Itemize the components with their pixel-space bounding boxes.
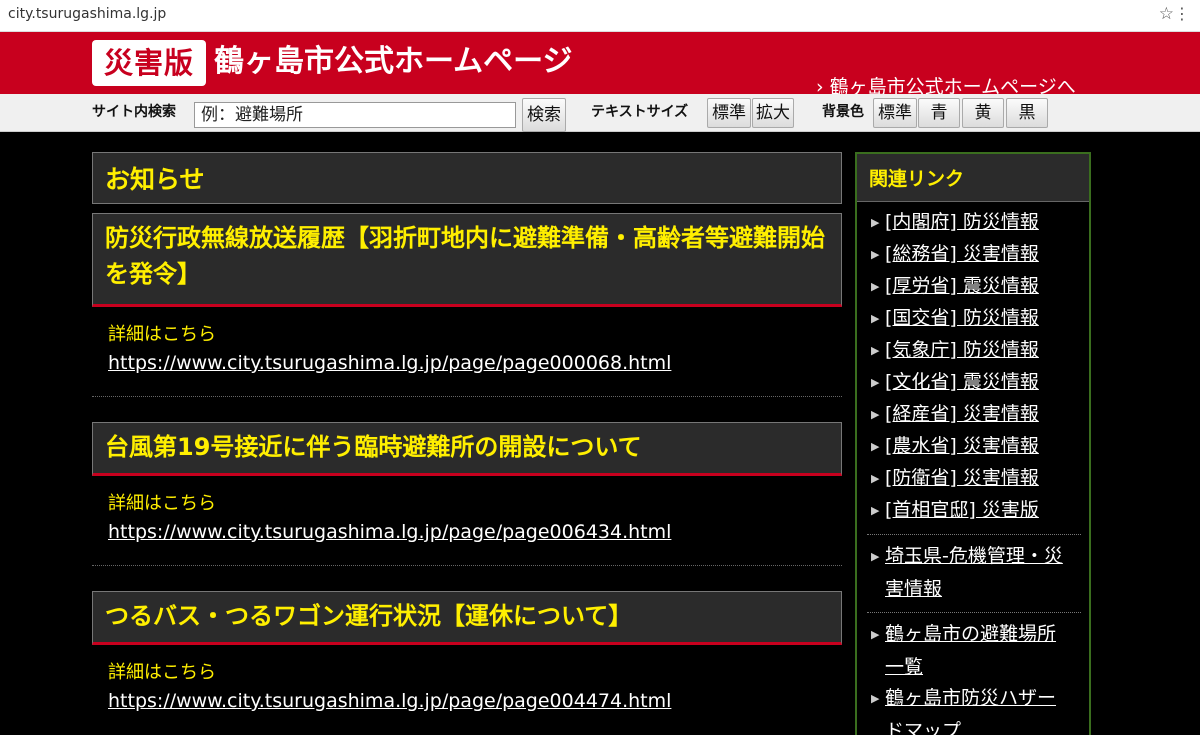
article-divider [92, 565, 842, 566]
article-title: 防災行政無線放送履歴【羽折町地内に避難準備・高齢者等避難開始を発令】 [92, 213, 842, 307]
sidebar-link[interactable]: ▶ [首相官邸] 災害版 [871, 494, 1081, 527]
sidebar-divider [867, 534, 1081, 535]
sidebar-link[interactable]: ▶ [総務省] 災害情報 [871, 238, 1081, 271]
text-size-large-button[interactable]: 拡大 [752, 98, 794, 128]
sidebar-divider [867, 612, 1081, 613]
triangle-right-icon: ▶ [871, 343, 880, 357]
triangle-right-icon: ▶ [871, 439, 880, 453]
article-title: つるバス・つるワゴン運行状況【運休について】 [92, 591, 842, 645]
shelter-list-link[interactable]: ▶ 鶴ヶ島市の避難場所 一覧 [871, 618, 1081, 683]
disaster-edition-badge: 災害版 [92, 40, 206, 86]
triangle-right-icon: ▶ [871, 247, 880, 261]
sidebar-link[interactable]: ▶ [厚労省] 震災情報 [871, 270, 1081, 303]
sidebar-link[interactable]: ▶ [防衛省] 災害情報 [871, 462, 1081, 495]
article-link[interactable]: https://www.city.tsurugashima.lg.jp/page… [108, 690, 671, 712]
triangle-right-icon: ▶ [871, 471, 880, 485]
triangle-right-icon: ▶ [871, 549, 880, 563]
article-link[interactable]: https://www.city.tsurugashima.lg.jp/page… [108, 352, 671, 374]
bg-standard-button[interactable]: 標準 [873, 98, 917, 128]
search-label: サイト内検索 [92, 104, 176, 120]
triangle-right-icon: ▶ [871, 691, 880, 705]
article-divider [92, 396, 842, 397]
related-links-heading: 関連リンク [857, 154, 1089, 202]
detail-label: 詳細はこちら [108, 324, 216, 345]
bg-yellow-button[interactable]: 黄 [962, 98, 1004, 128]
browser-menu-icon[interactable]: ⋮ [1174, 4, 1190, 23]
background-color-label: 背景色 [822, 104, 864, 120]
triangle-right-icon: ▶ [871, 375, 880, 389]
triangle-right-icon: ▶ [871, 279, 880, 293]
triangle-right-icon: ▶ [871, 627, 880, 641]
sidebar-link[interactable]: ▶ [農水省] 災害情報 [871, 430, 1081, 463]
sidebar-link[interactable]: ▶ [国交省] 防災情報 [871, 302, 1081, 335]
saitama-crisis-link[interactable]: ▶ 埼玉県-危機管理・災 害情報 [871, 540, 1081, 605]
sidebar-link[interactable]: ▶ [文化省] 震災情報 [871, 366, 1081, 399]
site-title: 鶴ヶ島市公式ホームページ [214, 44, 573, 79]
related-links-sidebar: 関連リンク ▶ [内閣府] 防災情報 ▶ [総務省] 災害情報 ▶ [厚労省] 震災情… [855, 152, 1091, 735]
bg-blue-button[interactable]: 青 [918, 98, 960, 128]
detail-label: 詳細はこちら [108, 662, 216, 683]
detail-label: 詳細はこちら [108, 493, 216, 514]
triangle-right-icon: ▶ [871, 503, 880, 517]
notices-section-heading: お知らせ [92, 152, 842, 204]
accessibility-toolbar: サイト内検索 例：避難場所 検索 テキストサイズ 標準 拡大 背景色 標準 青 … [0, 94, 1200, 132]
triangle-right-icon: ▶ [871, 311, 880, 325]
site-header: 災害版 鶴ヶ島市公式ホームページ › 鶴ヶ島市公式ホームページへ [0, 32, 1200, 98]
hazard-map-link[interactable]: ▶ 鶴ヶ島市防災ハザー ドマップ [871, 682, 1081, 735]
bg-black-button[interactable]: 黒 [1006, 98, 1048, 128]
bookmark-star-icon[interactable]: ☆ [1159, 4, 1174, 24]
article-title: 台風第19号接近に伴う臨時避難所の開設について [92, 422, 842, 476]
browser-url-bar: city.tsurugashima.lg.jp ☆ ⋮ [0, 0, 1200, 32]
text-size-label: テキストサイズ [591, 104, 689, 120]
sidebar-link[interactable]: ▶ [内閣府] 防災情報 [871, 206, 1081, 239]
site-search-input[interactable]: 例：避難場所 [194, 102, 516, 128]
search-button[interactable]: 検索 [522, 98, 566, 132]
article-link[interactable]: https://www.city.tsurugashima.lg.jp/page… [108, 521, 671, 543]
triangle-right-icon: ▶ [871, 215, 880, 229]
sidebar-link[interactable]: ▶ [経産省] 災害情報 [871, 398, 1081, 431]
triangle-right-icon: ▶ [871, 407, 880, 421]
url-text[interactable]: city.tsurugashima.lg.jp [8, 6, 166, 22]
text-size-standard-button[interactable]: 標準 [707, 98, 751, 128]
sidebar-link[interactable]: ▶ [気象庁] 防災情報 [871, 334, 1081, 367]
